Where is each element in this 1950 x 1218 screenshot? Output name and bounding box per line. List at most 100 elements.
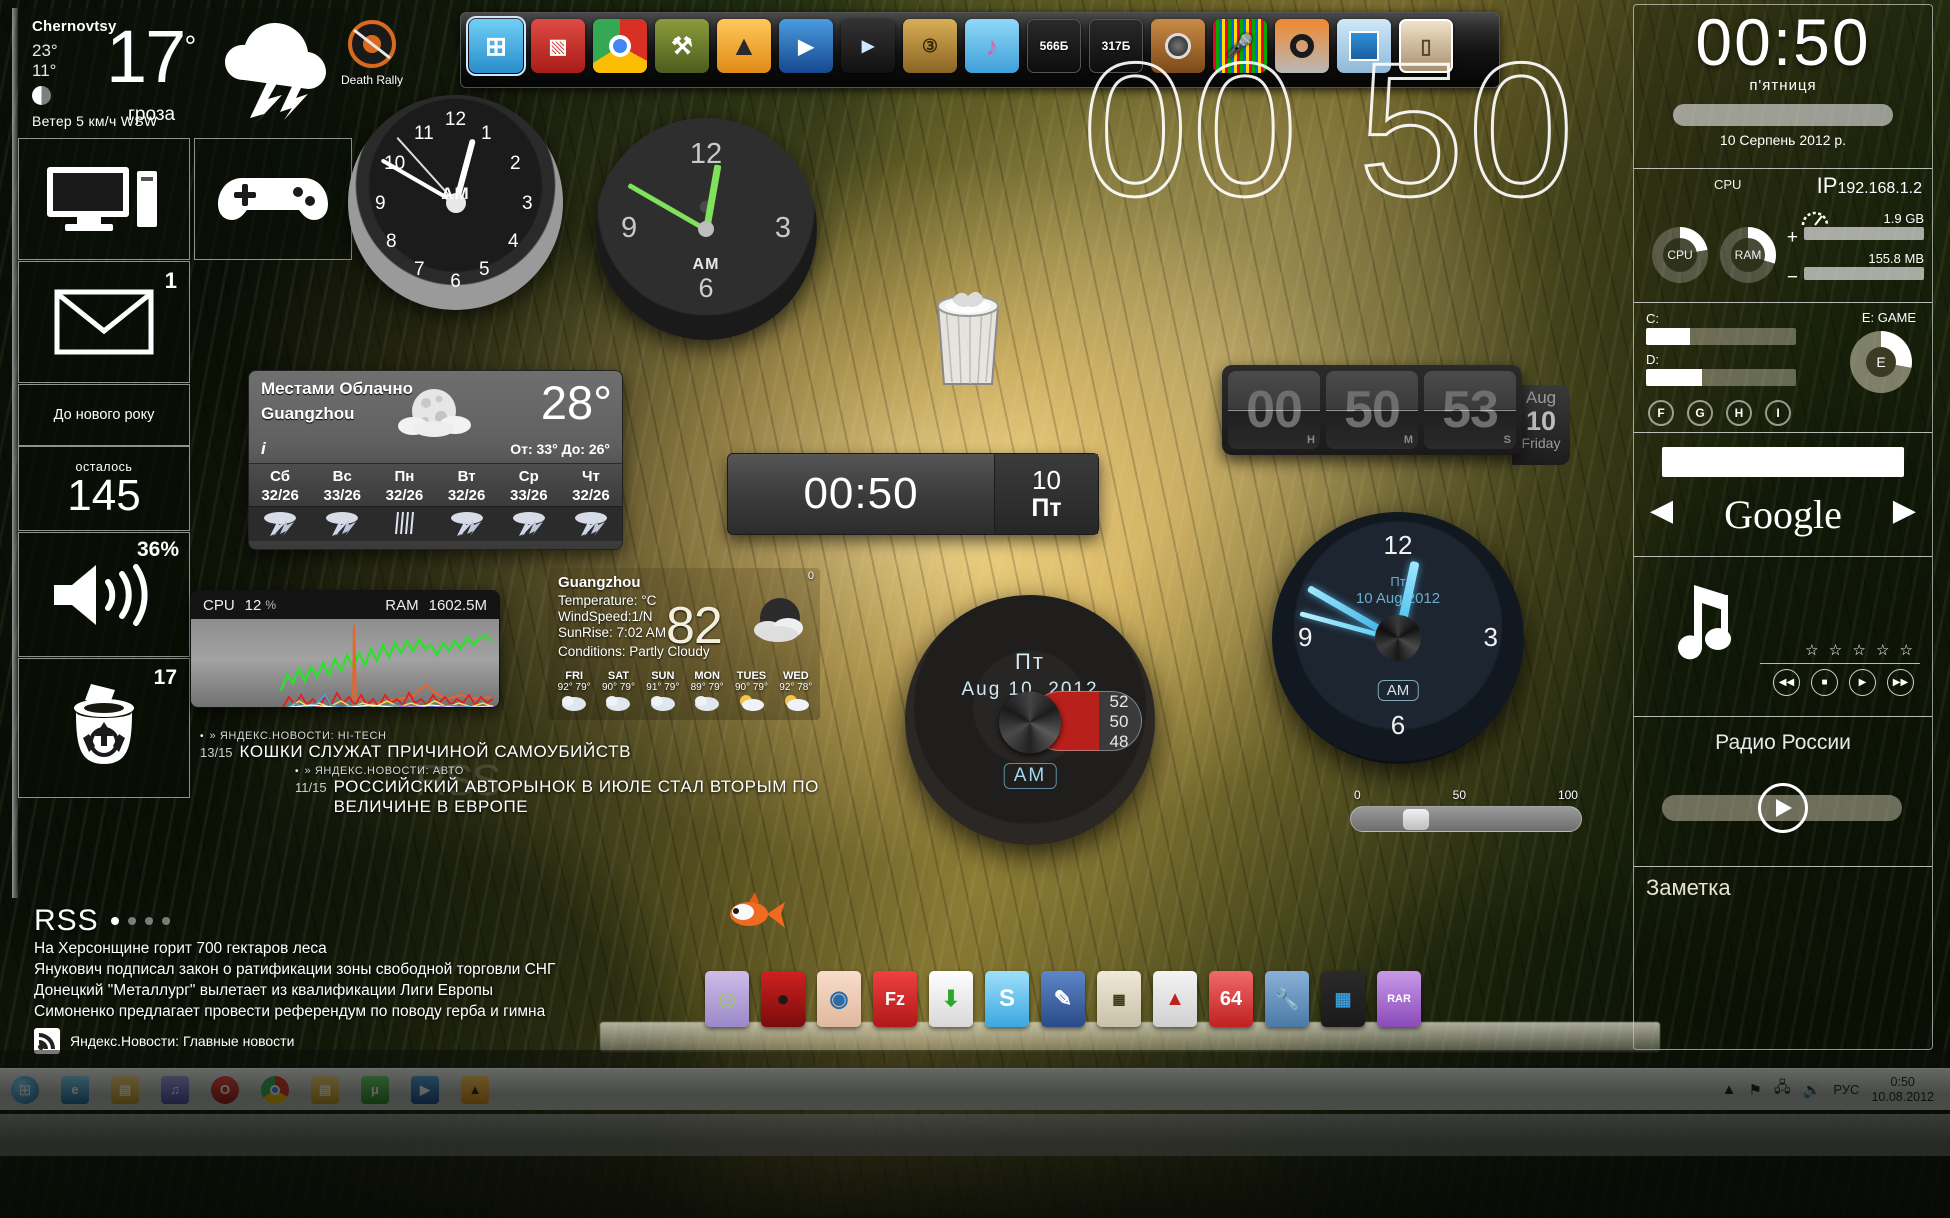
system-tray[interactable]: ▲ ⚑ 🖧 🔊 РУС 0:50 10.08.2012 — [1722, 1075, 1950, 1105]
right-note-section[interactable]: Заметка — [1634, 867, 1932, 1035]
dock-icon-windows-explorer[interactable]: ⊞ — [466, 16, 526, 76]
dock-icon-tools-settings[interactable]: 🔧 — [1265, 971, 1309, 1027]
flip-clock-widget[interactable]: Aug 10 Friday 00 H 50 M 53 S — [1222, 355, 1570, 465]
analog-clock-white[interactable]: 12 1 2 3 4 5 6 7 8 9 10 11 AM — [348, 95, 563, 310]
disk-letter-h[interactable]: H — [1726, 400, 1752, 426]
dock-icon-tools-wrench[interactable]: ⚒ — [655, 19, 709, 73]
rss-ticker-widget[interactable]: RSS • » ЯНДЕКС.НОВОСТИ: HI-TECH 13/15 КО… — [200, 730, 920, 816]
taskbar-button-media-library[interactable]: ♫ — [150, 1070, 200, 1110]
dock-icon-itunes-music[interactable]: ♪ — [965, 19, 1019, 73]
analog-clock-dark[interactable]: 12 3 9 AM 6 — [595, 118, 817, 340]
taskbar-button-opera[interactable]: O — [200, 1070, 250, 1110]
gz-fc-lo: 79° — [575, 682, 591, 693]
desktop-icon-death-rally[interactable]: Death Rally — [330, 18, 414, 87]
dock-icon-winamp[interactable]: ▲ — [717, 19, 771, 73]
dock-icon-media-player[interactable]: ▶ — [779, 19, 833, 73]
dock-icon-filezilla[interactable]: Fz — [873, 971, 917, 1027]
rss-dot[interactable] — [144, 917, 153, 925]
dock-icon-64bit-app[interactable]: 64 — [1209, 971, 1253, 1027]
weather-forecast-widget[interactable]: Местами Облачно Guangzhou 28° i От: 33° … — [248, 370, 623, 550]
network-flag-icon[interactable]: ⚑ — [1749, 1081, 1762, 1099]
dock-icon-google-chrome[interactable] — [593, 19, 647, 73]
dock-icon-calculator[interactable]: ▦ — [1097, 971, 1141, 1027]
prev-icon[interactable]: ◀◀ — [1773, 669, 1800, 696]
tile-games[interactable] — [194, 138, 352, 260]
tile-computer[interactable] — [18, 138, 190, 260]
right-clock-section[interactable]: 00:50 п'ятниця 10 Серпень 2012 р. — [1634, 5, 1932, 169]
rss-headline[interactable]: На Херсонщине горит 700 гектаров леса — [34, 938, 1007, 959]
dock-icon-skype[interactable]: S — [985, 971, 1029, 1027]
taskbar-button-chrome[interactable] — [250, 1070, 300, 1110]
tile-newyear[interactable]: До нового року — [18, 384, 190, 446]
forecast-icon-cell — [249, 507, 311, 541]
tile-volume[interactable]: 36% — [18, 532, 190, 657]
taskbar-button-internet-explorer[interactable]: e — [50, 1070, 100, 1110]
tile-recycle-bin[interactable]: 17 — [18, 658, 190, 798]
rss-dot[interactable] — [110, 917, 119, 925]
taskbar-button-utorrent[interactable]: μ — [350, 1070, 400, 1110]
analog-clock-blue[interactable]: 12 3 6 9 Пт 10 Aug 2012 AM — [1272, 512, 1524, 764]
dock-icon-winrar[interactable]: RAR — [1377, 971, 1421, 1027]
taskbar-button-folder-window[interactable]: ▤ — [300, 1070, 350, 1110]
monitor-icon[interactable]: 🖧 — [1774, 1077, 1791, 1102]
right-system-section[interactable]: CPU IP192.168.1.2 CPU RAM 1.9 GB + 155.8… — [1634, 169, 1932, 303]
dock-icon-notepad-pen[interactable]: ✎ — [1041, 971, 1085, 1027]
disk-letter-i[interactable]: I — [1765, 400, 1791, 426]
chevron-right-icon[interactable]: ▶ — [1893, 493, 1916, 528]
rss-dot[interactable] — [161, 917, 170, 925]
play-icon[interactable] — [1758, 783, 1808, 833]
rss-ticker-item[interactable]: • » ЯНДЕКС.НОВОСТИ: HI-TECH — [200, 730, 920, 742]
dock-icon-ladybug-app[interactable]: ● — [761, 971, 805, 1027]
forecast-day-name: Ср — [518, 468, 539, 485]
chevron-left-icon[interactable]: ◀ — [1650, 493, 1673, 528]
chevron-up-icon[interactable]: ▲ — [1722, 1081, 1737, 1098]
right-music-section[interactable]: ☆ ☆ ☆ ☆ ☆ ◀◀ ■ ▶ ▶▶ — [1634, 557, 1932, 717]
right-search-section[interactable]: Google ◀ ▶ — [1634, 433, 1932, 557]
vinyl-record-clock[interactable]: Пт Aug 10, 2012 52 50 48 AM — [905, 595, 1155, 845]
disk-letters[interactable]: F G H I — [1648, 400, 1791, 426]
taskbar-button-media-player[interactable]: ▶ — [400, 1070, 450, 1110]
windows-taskbar[interactable]: ⊞ e ▤ ♫ O ▤ μ ▶ ▲ ▲ ⚑ 🖧 🔊 РУС 0:50 10.08… — [0, 1068, 1950, 1110]
music-rating-stars[interactable]: ☆ ☆ ☆ ☆ ☆ — [1805, 641, 1916, 659]
music-controls[interactable]: ◀◀ ■ ▶ ▶▶ — [1773, 669, 1914, 696]
rss-pager-dots[interactable] — [110, 917, 170, 925]
volume-slider-track[interactable] — [1350, 806, 1582, 832]
tray-language[interactable]: РУС — [1833, 1082, 1859, 1097]
start-orb-icon[interactable]: ⊞ — [0, 1070, 50, 1110]
volume-slider-handle[interactable] — [1403, 809, 1429, 830]
volume-icon[interactable]: 🔊 — [1803, 1081, 1822, 1099]
right-cpu-label: CPU — [1714, 177, 1742, 192]
dock-icon-eye-viewer[interactable]: ◉ — [817, 971, 861, 1027]
dock-icon-movie-reel[interactable]: ③ — [903, 19, 957, 73]
guangzhou-weather-widget[interactable]: 0 Guangzhou Temperature: °C WindSpeed:1/… — [548, 568, 820, 720]
bottom-dock-bar[interactable]: ☺ ● ◉ Fz ⬇ S ✎ ▦ ▲ 64 🔧 ▦ RAR — [705, 968, 1545, 1030]
digital-bar-clock[interactable]: 00:50 10 Пт — [727, 453, 1099, 535]
trash-can-widget[interactable] — [920, 280, 1016, 390]
stop-icon[interactable]: ■ — [1811, 669, 1838, 696]
right-disks-section[interactable]: C: D: E: GAME E F G H I — [1634, 303, 1932, 433]
taskbar-button-winamp[interactable]: ▲ — [450, 1070, 500, 1110]
dock-icon-rocket-launcher[interactable]: ▲ — [1153, 971, 1197, 1027]
right-radio-section[interactable]: Радио России — [1634, 717, 1932, 867]
volume-slider-widget[interactable]: 0 50 100 — [1350, 788, 1582, 836]
dock-icon-pidgin[interactable]: ☺ — [705, 971, 749, 1027]
dock-icon-photo-viewer[interactable]: ▧ — [531, 19, 585, 73]
tile-mail[interactable]: 1 — [18, 261, 190, 383]
rss-ticker-item[interactable]: • » ЯНДЕКС.НОВОСТИ: АВТО — [295, 765, 920, 777]
tile-newyear-count[interactable]: осталось 145 — [18, 446, 190, 531]
disk-letter-g[interactable]: G — [1687, 400, 1713, 426]
dock-icon-window-tiler[interactable]: ▦ — [1321, 971, 1365, 1027]
clock-dark-num-9: 9 — [621, 212, 638, 244]
forecast-day-name: Сб — [270, 468, 291, 485]
dock-icon-video-editor[interactable]: ▶ — [841, 19, 895, 73]
play-icon[interactable]: ▶ — [1849, 669, 1876, 696]
info-icon[interactable]: i — [261, 439, 266, 459]
disk-letter-f[interactable]: F — [1648, 400, 1674, 426]
taskbar-button-file-explorer[interactable]: ▤ — [100, 1070, 150, 1110]
tray-clock[interactable]: 0:50 10.08.2012 — [1871, 1075, 1934, 1105]
dock-icon-download-manager[interactable]: ⬇ — [929, 971, 973, 1027]
search-input[interactable] — [1662, 447, 1904, 477]
next-icon[interactable]: ▶▶ — [1887, 669, 1914, 696]
rss-dot[interactable] — [127, 917, 136, 925]
cpu-ram-monitor-widget[interactable]: CPU 12 % RAM 1602.5M — [190, 590, 500, 708]
